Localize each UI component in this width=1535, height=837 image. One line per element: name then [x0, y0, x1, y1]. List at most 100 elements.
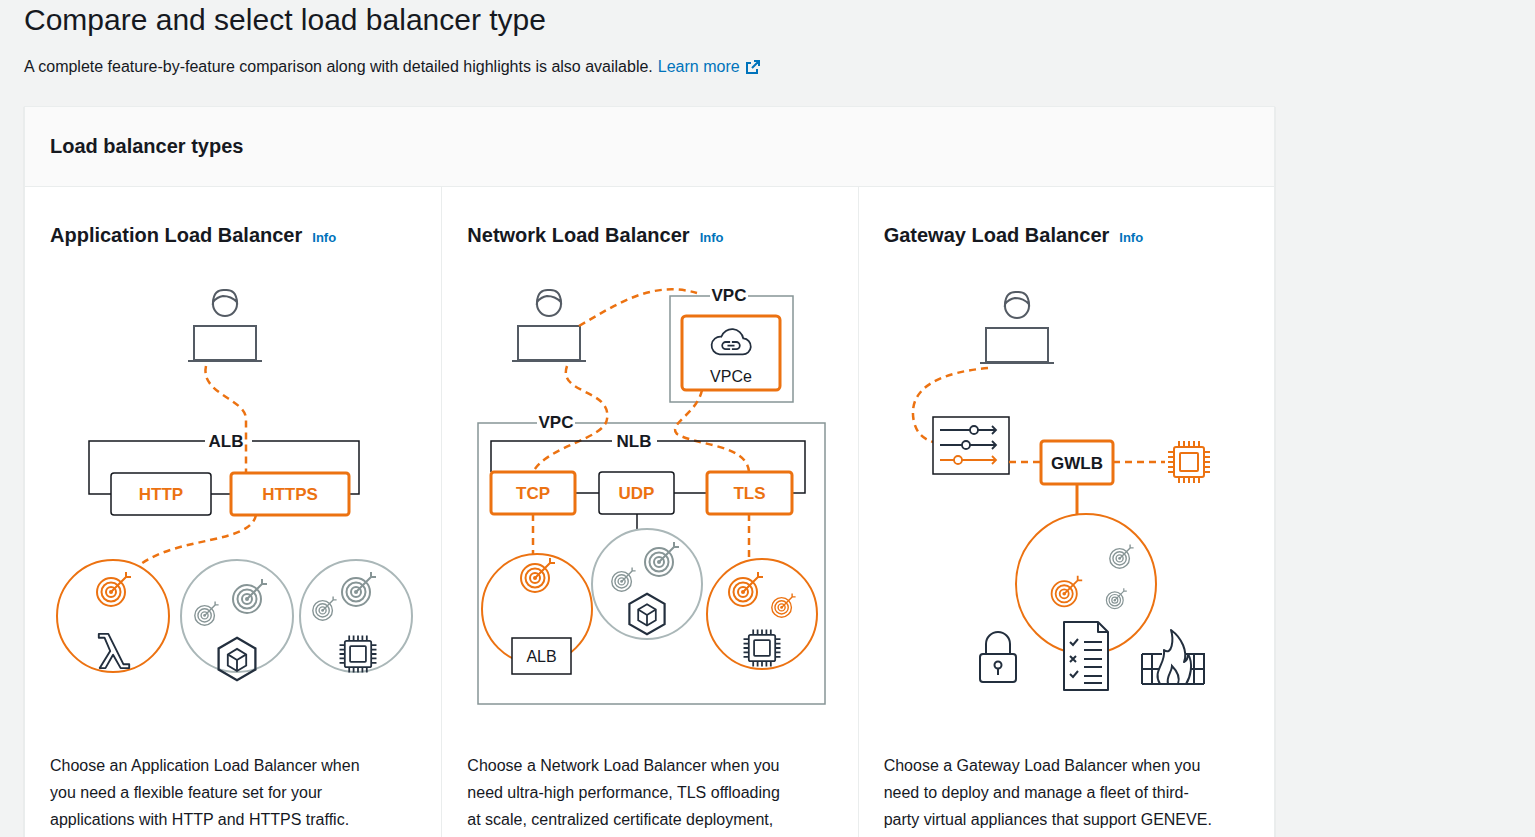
target-group-ring [57, 560, 169, 672]
column-header: Application Load Balancer Info [50, 223, 416, 250]
checklist-icon [1064, 622, 1108, 690]
listener: UDP [599, 472, 674, 514]
traffic-path [205, 366, 246, 473]
listener-box [707, 472, 792, 514]
description-line: Choose a Network Load Balancer when you [467, 752, 832, 779]
load-balancer-label: ALB [209, 432, 244, 451]
learn-more-text[interactable]: Learn more [658, 56, 740, 78]
description-line: party virtual appliances that support GE… [884, 806, 1249, 833]
vpc-label: VPC [539, 413, 574, 432]
traffic-path [675, 390, 749, 472]
traffic-path [1113, 461, 1165, 464]
target-icon [1051, 576, 1082, 607]
listener-label: TCP [516, 484, 550, 503]
listener-box [491, 472, 575, 514]
target-group-ring [707, 559, 817, 669]
target-icon [195, 601, 219, 625]
info-link[interactable]: Info [312, 226, 336, 250]
target-group [300, 560, 412, 672]
lock-icon [980, 632, 1016, 682]
traffic-path [533, 366, 607, 472]
firewall-icon [1142, 630, 1204, 684]
listener-label: UDP [619, 484, 655, 503]
load-balancer-column[interactable]: Application Load BalancerInfoALBHTTPHTTP… [25, 187, 441, 837]
load-balancer-label: NLB [617, 432, 652, 451]
connector-line [1075, 484, 1078, 515]
description-line: need ultra-high performance, TLS offload… [467, 779, 832, 806]
container-icon [219, 638, 256, 680]
target-icon [342, 572, 376, 606]
target-icon [233, 579, 267, 613]
listener: HTTPS [231, 473, 349, 515]
target-group-ring [300, 560, 412, 672]
info-link[interactable]: Info [1119, 226, 1143, 250]
subtitle-text: A complete feature-by-feature comparison… [24, 56, 653, 78]
listener-label: TLS [734, 484, 766, 503]
instance-icon [744, 630, 781, 667]
listener-box [111, 473, 211, 515]
load-balancer-description: Choose a Gateway Load Balancer when youn… [884, 752, 1249, 833]
description-line: Choose a Gateway Load Balancer when you [884, 752, 1249, 779]
nlb-diagram: VPCVPCVPCeNLBTCPUDPTLSALB [467, 274, 833, 714]
page-title: Compare and select load balancer type [24, 0, 1511, 38]
target-group [57, 560, 169, 672]
target-group-ring [592, 529, 702, 639]
target-icon [1106, 588, 1126, 608]
route-table-icon [933, 417, 1009, 474]
load-balancer-grid: Application Load BalancerInfoALBHTTPHTTP… [25, 187, 1274, 837]
target-icon [612, 567, 636, 591]
traffic-path [532, 514, 535, 555]
user-icon [512, 290, 586, 361]
container-icon [630, 594, 665, 634]
gateway-box [1041, 441, 1113, 484]
load-balancer-label: GWLB [1051, 454, 1103, 473]
target-icon [97, 572, 131, 606]
gwlb-diagram: GWLB [884, 274, 1250, 714]
target-icon [521, 558, 555, 592]
page: Compare and select load balancer type A c… [0, 0, 1535, 837]
target-icon [1109, 544, 1133, 568]
learn-more-link[interactable]: Learn more [658, 56, 761, 78]
listener-label: HTTPS [262, 485, 318, 504]
target-group [707, 559, 817, 669]
traffic-path [748, 514, 751, 558]
target-icon [313, 596, 337, 620]
description-line: need to deploy and manage a fleet of thi… [884, 779, 1249, 806]
target-group [181, 560, 293, 680]
target-icon [729, 572, 763, 606]
cloud-icon [712, 329, 751, 354]
load-balancer-title: Gateway Load Balancer [884, 223, 1110, 247]
alb-target-label: ALB [527, 648, 557, 665]
load-balancer-description: Choose an Application Load Balancer when… [50, 752, 416, 833]
load-balancer-types-panel: Load balancer types Application Load Bala… [24, 106, 1275, 837]
target-icon [772, 593, 796, 617]
listener-box [599, 472, 674, 514]
target-group-ring [181, 560, 293, 672]
info-link[interactable]: Info [700, 226, 724, 250]
page-subtitle: A complete feature-by-feature comparison… [24, 56, 1511, 78]
target-icon [645, 542, 679, 576]
endpoint-vpc-label: VPC [712, 286, 747, 305]
lambda-icon [99, 634, 129, 668]
description-line: at scale, centralized certificate deploy… [467, 806, 832, 833]
appliance-chip-icon [1168, 441, 1210, 483]
listener: TCP [491, 472, 575, 514]
target-group [592, 529, 702, 639]
load-balancer-column[interactable]: Gateway Load Balancer Info GWLB Choose a Ga… [858, 187, 1274, 837]
listener-box [231, 473, 349, 515]
panel-header: Load balancer types [25, 107, 1274, 187]
alb-target-box [512, 638, 571, 674]
target-group: ALB [482, 554, 592, 674]
endpoint-vpc-box [670, 296, 793, 402]
traffic-path [141, 515, 256, 564]
connector-line [637, 514, 639, 529]
panel-title: Load balancer types [50, 135, 243, 158]
external-link-icon[interactable] [745, 59, 761, 75]
load-balancer-column[interactable]: Network Load BalancerInfoVPCVPCVPCeNLBTC… [441, 187, 857, 837]
load-balancer-description: Choose a Network Load Balancer when youn… [467, 752, 832, 833]
vpc-box [478, 423, 825, 704]
load-balancer-title: Application Load Balancer [50, 223, 302, 247]
description-line: you need a flexible feature set for your [50, 779, 416, 806]
load-balancer-title: Network Load Balancer [467, 223, 689, 247]
column-header: Gateway Load Balancer Info [884, 223, 1249, 250]
